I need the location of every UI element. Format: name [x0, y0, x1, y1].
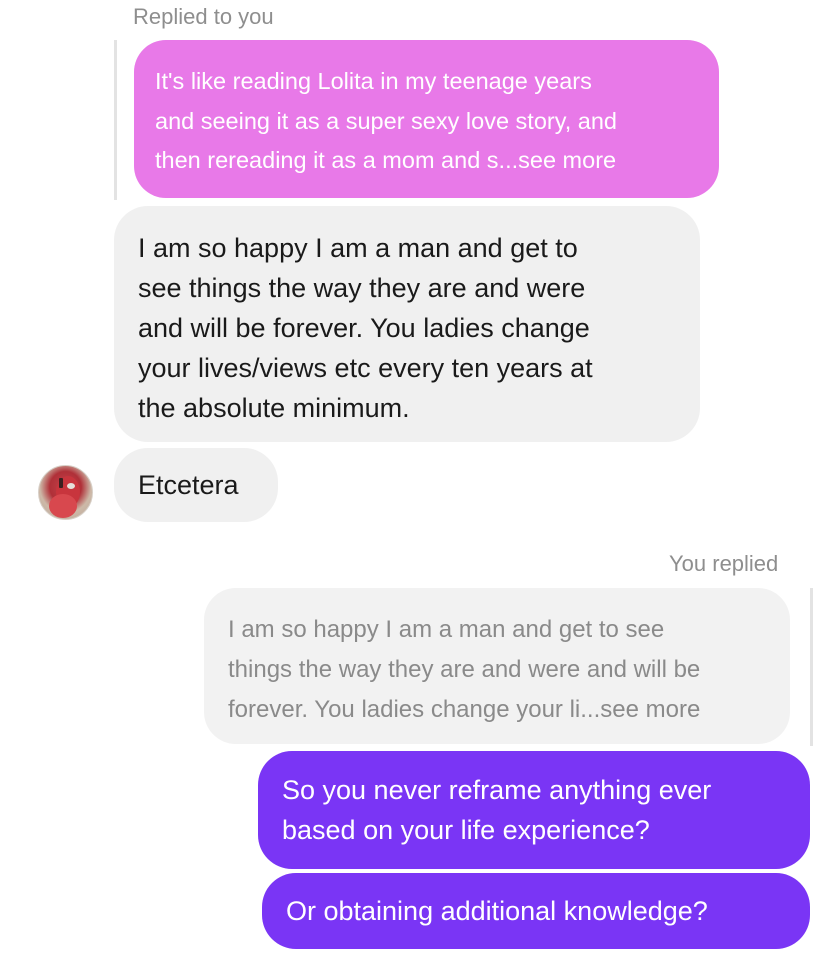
- replied-to-you-label: Replied to you: [133, 4, 274, 29]
- avatar-icon: [49, 476, 80, 518]
- message-line: your lives/views etc every ten years at: [138, 353, 593, 383]
- message-line: based on your life experience?: [282, 815, 650, 845]
- outgoing-message-bubble[interactable]: Or obtaining additional knowledge?: [262, 873, 810, 949]
- incoming-message-bubble[interactable]: I am so happy I am a man and get to see …: [114, 206, 700, 442]
- message-line: see things the way they are and were: [138, 273, 586, 303]
- reply-indicator-bar: [810, 588, 813, 746]
- outgoing-message-bubble[interactable]: So you never reframe anything ever based…: [258, 751, 810, 869]
- quoted-message-line: It's like reading Lolita in my teenage y…: [155, 68, 592, 94]
- quoted-message-line: I am so happy I am a man and get to see: [228, 616, 665, 643]
- message-line: I am so happy I am a man and get to: [138, 233, 578, 263]
- message-line: the absolute minimum.: [138, 393, 410, 423]
- quoted-message-line: then rereading it as a mom and s...see m…: [155, 147, 617, 173]
- quoted-message-bubble[interactable]: I am so happy I am a man and get to see …: [204, 588, 790, 744]
- sender-avatar[interactable]: [38, 465, 93, 520]
- quoted-message-line: and seeing it as a super sexy love story…: [155, 107, 617, 134]
- message-line: and will be forever. You ladies change: [138, 313, 590, 343]
- incoming-message-bubble[interactable]: Etcetera: [114, 448, 278, 522]
- quoted-message-line: things the way they are and were and wil…: [228, 656, 701, 683]
- reply-indicator-bar: [114, 40, 117, 200]
- you-replied-label: You replied: [669, 551, 779, 576]
- quoted-message-bubble[interactable]: It's like reading Lolita in my teenage y…: [134, 40, 719, 198]
- quoted-message-line: forever. You ladies change your li...see…: [228, 696, 701, 723]
- message-line: So you never reframe anything ever: [282, 775, 712, 805]
